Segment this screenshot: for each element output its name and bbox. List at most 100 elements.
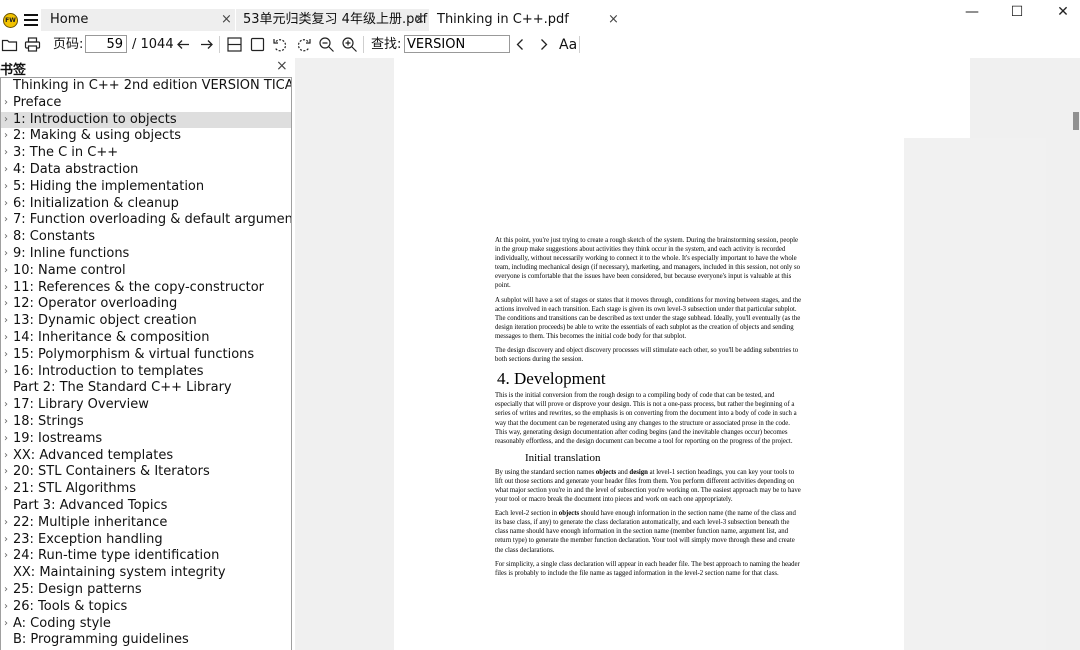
bookmark-item[interactable]: › 9: Inline functions bbox=[1, 246, 291, 263]
tab-document[interactable]: 53单元归类复习 4年级上册.pdf × bbox=[236, 9, 429, 31]
bookmark-item[interactable]: › Preface bbox=[1, 95, 291, 112]
chevron-right-icon[interactable]: › bbox=[4, 464, 8, 481]
chevron-right-icon[interactable]: › bbox=[4, 448, 8, 465]
minimize-button[interactable]: — bbox=[962, 4, 982, 20]
chevron-right-icon[interactable]: › bbox=[4, 212, 8, 229]
tab-document-active[interactable]: Thinking in C++.pdf × bbox=[430, 9, 630, 31]
chevron-right-icon[interactable]: › bbox=[4, 548, 8, 565]
bookmark-label: Part 2: The Standard C++ Library bbox=[13, 380, 232, 396]
bookmark-item[interactable]: › 5: Hiding the implementation bbox=[1, 179, 291, 196]
close-icon[interactable]: × bbox=[414, 9, 425, 31]
bookmark-item[interactable]: B: Programming guidelines bbox=[1, 632, 291, 649]
bookmark-item[interactable]: › 3: The C in C++ bbox=[1, 145, 291, 162]
maximize-button[interactable]: ☐ bbox=[1007, 4, 1027, 20]
bookmark-item[interactable]: › 20: STL Containers & Iterators bbox=[1, 464, 291, 481]
chevron-right-icon[interactable]: › bbox=[4, 515, 8, 532]
bookmark-label: 1: Introduction to objects bbox=[13, 111, 177, 127]
close-icon[interactable]: × bbox=[608, 9, 619, 31]
bookmark-item[interactable]: › 26: Tools & topics bbox=[1, 599, 291, 616]
bookmark-item[interactable]: › 15: Polymorphism & virtual functions bbox=[1, 347, 291, 364]
bookmark-item[interactable]: › 4: Data abstraction bbox=[1, 162, 291, 179]
bookmark-item[interactable]: › 21: STL Algorithms bbox=[1, 481, 291, 498]
bookmark-label: 18: Strings bbox=[13, 413, 84, 429]
chevron-right-icon[interactable]: › bbox=[4, 330, 8, 347]
bookmark-item[interactable]: › 8: Constants bbox=[1, 229, 291, 246]
folder-icon[interactable] bbox=[1, 36, 18, 53]
close-icon[interactable]: × bbox=[276, 58, 288, 74]
chevron-right-icon[interactable]: › bbox=[4, 313, 8, 330]
chevron-right-icon[interactable]: › bbox=[4, 532, 8, 549]
page-number-input[interactable] bbox=[85, 35, 127, 53]
chevron-right-icon[interactable]: › bbox=[4, 95, 8, 112]
rotate-right-icon[interactable] bbox=[295, 36, 312, 53]
zoom-out-icon[interactable] bbox=[318, 36, 335, 53]
chevron-right-icon[interactable]: › bbox=[4, 431, 8, 448]
chevron-right-icon[interactable]: › bbox=[4, 481, 8, 498]
chevron-right-icon[interactable]: › bbox=[4, 414, 8, 431]
rotate-left-icon[interactable] bbox=[272, 36, 289, 53]
chevron-right-icon[interactable]: › bbox=[4, 599, 8, 616]
chevron-right-icon[interactable]: › bbox=[4, 246, 8, 263]
bookmark-item[interactable]: › 12: Operator overloading bbox=[1, 296, 291, 313]
toolbar: 页码: / 1044 查找: Aa bbox=[0, 33, 1080, 57]
bookmark-item[interactable]: › 17: Library Overview bbox=[1, 397, 291, 414]
bookmark-item[interactable]: Thinking in C++ 2nd edition VERSION TICA… bbox=[1, 78, 291, 95]
zoom-in-icon[interactable] bbox=[341, 36, 358, 53]
bookmark-label: 24: Run-time type identification bbox=[13, 548, 220, 564]
bookmark-item[interactable]: › 13: Dynamic object creation bbox=[1, 313, 291, 330]
chevron-right-icon[interactable]: › bbox=[4, 179, 8, 196]
scrollbar-thumb[interactable] bbox=[1073, 112, 1079, 130]
chevron-right-icon[interactable]: › bbox=[4, 112, 8, 129]
bookmark-item[interactable]: › XX: Advanced templates bbox=[1, 448, 291, 465]
bookmark-item[interactable]: › A: Coding style bbox=[1, 616, 291, 633]
menu-icon[interactable] bbox=[24, 14, 38, 26]
bookmark-label: 4: Data abstraction bbox=[13, 161, 139, 177]
document-viewer[interactable]: At this point, you're just trying to cre… bbox=[295, 58, 1080, 650]
chevron-right-icon[interactable]: › bbox=[4, 128, 8, 145]
window-close-button[interactable]: ✕ bbox=[1053, 4, 1073, 20]
prev-match-icon[interactable] bbox=[512, 36, 529, 53]
bookmark-item[interactable]: › 24: Run-time type identification bbox=[1, 548, 291, 565]
chevron-right-icon[interactable]: › bbox=[4, 582, 8, 599]
bookmark-item[interactable]: › 11: References & the copy-constructor bbox=[1, 280, 291, 297]
chevron-right-icon[interactable]: › bbox=[4, 145, 8, 162]
bookmark-item[interactable]: › 7: Function overloading & default argum… bbox=[1, 212, 291, 229]
bookmark-item[interactable]: › 2: Making & using objects bbox=[1, 128, 291, 145]
close-icon[interactable]: × bbox=[221, 9, 232, 31]
chevron-right-icon[interactable]: › bbox=[4, 263, 8, 280]
tab-home[interactable]: Home × bbox=[41, 9, 235, 31]
bookmark-label: 2: Making & using objects bbox=[13, 128, 182, 144]
arrow-left-icon[interactable] bbox=[175, 36, 192, 53]
print-icon[interactable] bbox=[24, 36, 41, 53]
next-match-icon[interactable] bbox=[535, 36, 552, 53]
fit-page-icon[interactable] bbox=[249, 36, 266, 53]
search-input[interactable] bbox=[404, 35, 510, 53]
bookmark-label: 10: Name control bbox=[13, 262, 126, 278]
bookmark-item[interactable]: › 1: Introduction to objects bbox=[1, 111, 291, 129]
chevron-right-icon[interactable]: › bbox=[4, 347, 8, 364]
bookmark-item[interactable]: › 22: Multiple inheritance bbox=[1, 515, 291, 532]
chevron-right-icon[interactable]: › bbox=[4, 616, 8, 633]
bookmark-item[interactable]: › 16: Introduction to templates bbox=[1, 364, 291, 381]
fit-width-icon[interactable] bbox=[226, 36, 243, 53]
chevron-right-icon[interactable]: › bbox=[4, 162, 8, 179]
bookmark-item[interactable]: › 10: Name control bbox=[1, 263, 291, 280]
bookmark-item[interactable]: › 14: Inheritance & composition bbox=[1, 330, 291, 347]
bookmark-item[interactable]: › 6: Initialization & cleanup bbox=[1, 196, 291, 213]
bookmark-item[interactable]: Part 2: The Standard C++ Library bbox=[1, 380, 291, 397]
match-case-toggle[interactable]: Aa bbox=[559, 37, 577, 53]
bookmark-item[interactable]: › 25: Design patterns bbox=[1, 582, 291, 599]
subsection-heading: Initial translation bbox=[525, 451, 601, 464]
arrow-right-icon[interactable] bbox=[198, 36, 215, 53]
chevron-right-icon[interactable]: › bbox=[4, 364, 8, 381]
chevron-right-icon[interactable]: › bbox=[4, 296, 8, 313]
chevron-right-icon[interactable]: › bbox=[4, 229, 8, 246]
bookmark-item[interactable]: › 23: Exception handling bbox=[1, 532, 291, 549]
bookmark-item[interactable]: › 18: Strings bbox=[1, 414, 291, 431]
chevron-right-icon[interactable]: › bbox=[4, 397, 8, 414]
bookmark-item[interactable]: › 19: Iostreams bbox=[1, 431, 291, 448]
bookmark-item[interactable]: Part 3: Advanced Topics bbox=[1, 498, 291, 515]
chevron-right-icon[interactable]: › bbox=[4, 196, 8, 213]
bookmark-item[interactable]: XX: Maintaining system integrity bbox=[1, 565, 291, 582]
chevron-right-icon[interactable]: › bbox=[4, 280, 8, 297]
